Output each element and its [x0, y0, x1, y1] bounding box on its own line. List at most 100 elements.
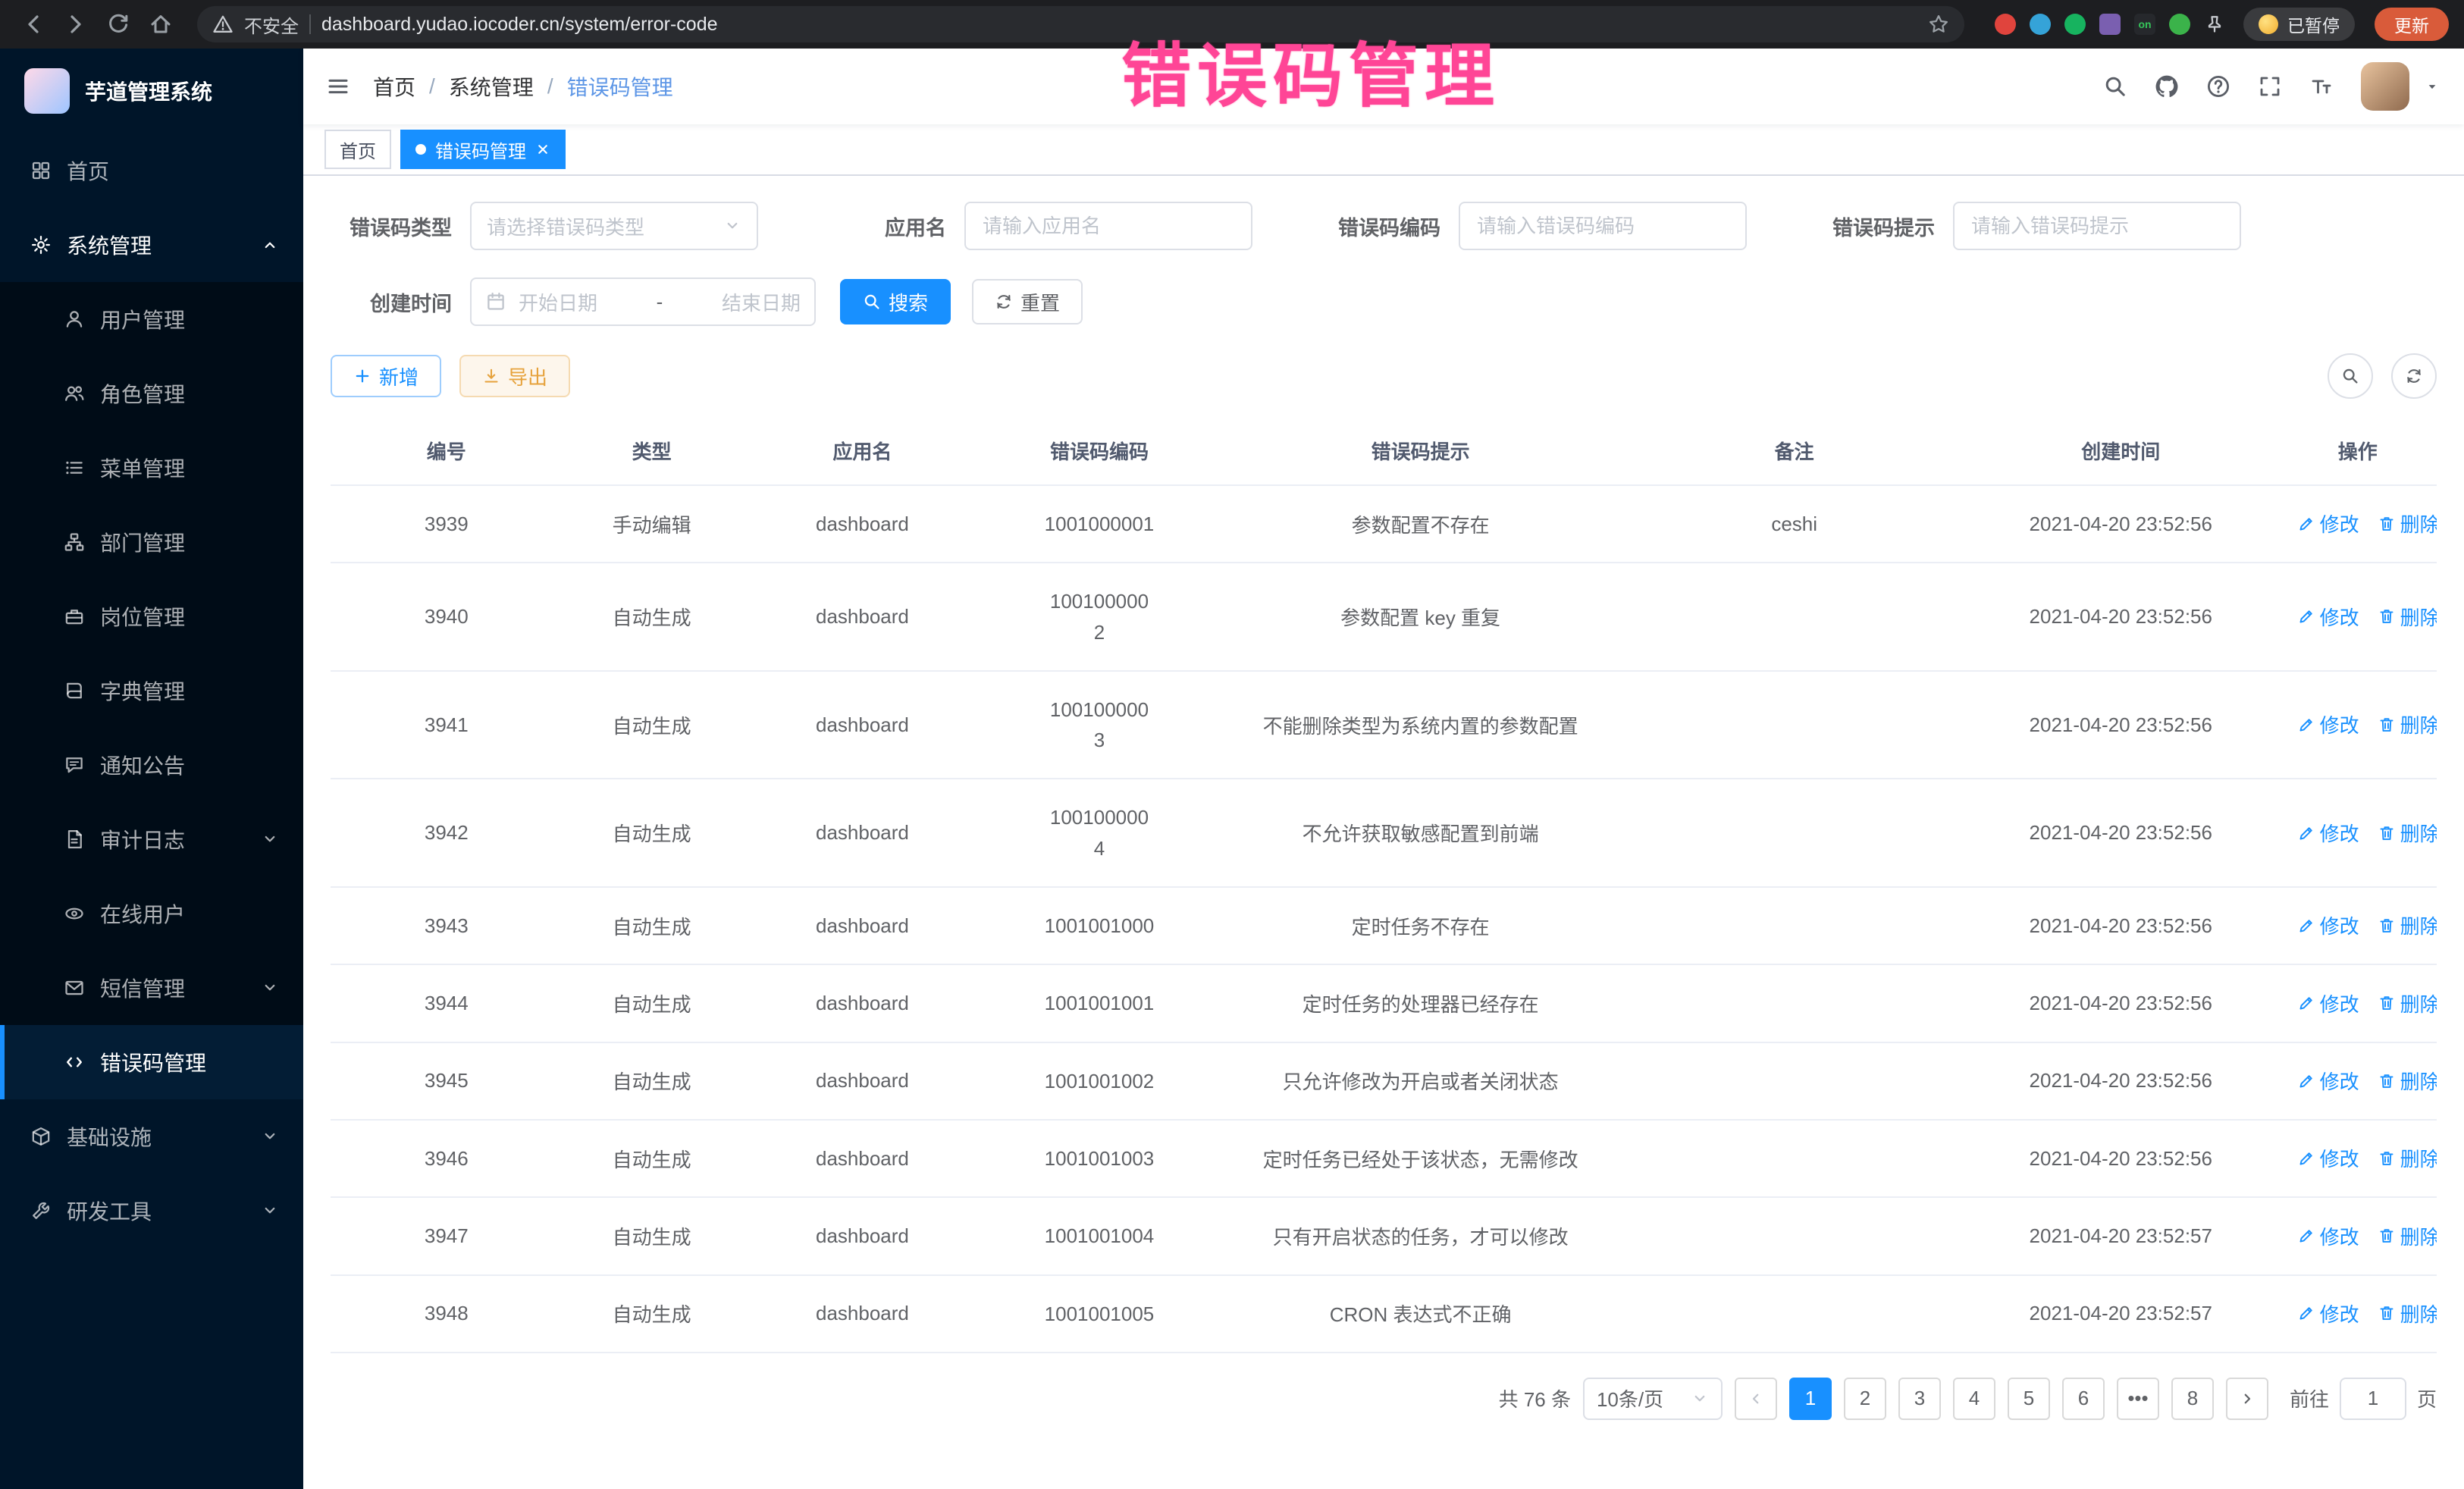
sidebar-item-menu-management[interactable]: 菜单管理	[0, 431, 303, 505]
table-row: 3948自动生成 dashboard1001001005 CRON 表达式不正确…	[331, 1275, 2437, 1353]
error-msg-input[interactable]	[1953, 202, 2241, 250]
people-icon	[64, 383, 85, 404]
app-name-label: 应用名	[825, 212, 946, 241]
paused-badge[interactable]: 已暂停	[2243, 8, 2355, 41]
sidebar-item-system-management[interactable]: 系统管理	[0, 208, 303, 282]
sidebar-item-home[interactable]: 首页	[0, 133, 303, 208]
page-size-select[interactable]: 10条/页	[1583, 1378, 1723, 1420]
breadcrumb-home[interactable]: 首页	[373, 71, 415, 102]
address-bar[interactable]: 不安全 dashboard.yudao.iocoder.cn/system/er…	[197, 6, 1964, 42]
close-icon[interactable]	[535, 142, 550, 157]
avatar-caret-icon[interactable]	[2425, 79, 2440, 94]
book-icon	[64, 680, 85, 701]
delete-link[interactable]: 删除	[2378, 819, 2437, 847]
col-msg: 错误码提示	[1215, 417, 1626, 485]
next-page-button[interactable]	[2226, 1378, 2268, 1420]
edit-link[interactable]: 修改	[2297, 819, 2359, 847]
chevron-left-icon	[1747, 1390, 1765, 1408]
error-code-input[interactable]	[1459, 202, 1747, 250]
goto-page-input[interactable]	[2340, 1378, 2406, 1420]
page-button-4[interactable]: 4	[1953, 1378, 1995, 1420]
forward-icon[interactable]	[58, 6, 94, 42]
reset-button[interactable]: 重置	[972, 279, 1083, 324]
delete-link[interactable]: 删除	[2378, 509, 2437, 538]
page-button-6[interactable]: 6	[2062, 1378, 2105, 1420]
delete-link[interactable]: 删除	[2378, 710, 2437, 738]
delete-link[interactable]: 删除	[2378, 1299, 2437, 1328]
export-button[interactable]: 导出	[459, 355, 570, 397]
extension-icon[interactable]	[2169, 14, 2190, 35]
help-icon[interactable]	[2206, 74, 2230, 99]
search-button[interactable]: 搜索	[840, 279, 951, 324]
extension-icon[interactable]	[1995, 14, 2016, 35]
extension-icon[interactable]	[2064, 14, 2086, 35]
page-button-1[interactable]: 1	[1789, 1378, 1832, 1420]
add-button[interactable]: 新增	[331, 355, 441, 397]
edit-link[interactable]: 修改	[2297, 911, 2359, 939]
edit-link[interactable]: 修改	[2297, 710, 2359, 738]
toggle-search-button[interactable]	[2328, 353, 2373, 399]
edit-icon	[2297, 1227, 2315, 1245]
reload-icon[interactable]	[100, 6, 136, 42]
extension-icon[interactable]: on	[2134, 14, 2155, 35]
update-button[interactable]: 更新	[2375, 8, 2449, 41]
prev-page-button[interactable]	[1735, 1378, 1777, 1420]
edit-icon	[2297, 1304, 2315, 1322]
page-button-5[interactable]: 5	[2008, 1378, 2050, 1420]
edit-link[interactable]: 修改	[2297, 1067, 2359, 1095]
pinned-extension-icon[interactable]	[2204, 14, 2225, 35]
edit-link[interactable]: 修改	[2297, 1144, 2359, 1172]
error-type-select[interactable]: 请选择错误码类型	[470, 202, 758, 250]
breadcrumb-system[interactable]: 系统管理	[449, 71, 534, 102]
browser-home-icon[interactable]	[143, 6, 179, 42]
edit-icon	[2297, 1072, 2315, 1090]
sidebar-item-dict-management[interactable]: 字典管理	[0, 654, 303, 728]
logo[interactable]: 芋道管理系统	[0, 49, 303, 133]
sidebar-item-dev-tools[interactable]: 研发工具	[0, 1174, 303, 1248]
delete-link[interactable]: 删除	[2378, 603, 2437, 631]
breadcrumb: 首页 / 系统管理 / 错误码管理	[373, 71, 673, 102]
sidebar-item-user-management[interactable]: 用户管理	[0, 282, 303, 356]
delete-link[interactable]: 删除	[2378, 989, 2437, 1017]
edit-link[interactable]: 修改	[2297, 989, 2359, 1017]
bookmark-star-icon[interactable]	[1928, 14, 1949, 35]
chevron-down-icon	[261, 1127, 279, 1146]
edit-link[interactable]: 修改	[2297, 1299, 2359, 1328]
refresh-table-button[interactable]	[2391, 353, 2437, 399]
sidebar-item-dept-management[interactable]: 部门管理	[0, 505, 303, 579]
avatar[interactable]	[2361, 62, 2409, 111]
edit-icon	[2297, 716, 2315, 734]
edit-link[interactable]: 修改	[2297, 603, 2359, 631]
delete-link[interactable]: 删除	[2378, 1222, 2437, 1250]
font-size-icon[interactable]	[2309, 74, 2334, 99]
sidebar-item-role-management[interactable]: 角色管理	[0, 356, 303, 431]
back-icon[interactable]	[15, 6, 52, 42]
delete-link[interactable]: 删除	[2378, 911, 2437, 939]
search-icon[interactable]	[2103, 74, 2127, 99]
tab-home[interactable]: 首页	[324, 130, 391, 169]
page-button-2[interactable]: 2	[1844, 1378, 1886, 1420]
fullscreen-icon[interactable]	[2258, 74, 2282, 99]
sidebar-item-audit-log[interactable]: 审计日志	[0, 802, 303, 876]
sidebar-item-error-code-management[interactable]: 错误码管理	[0, 1025, 303, 1099]
extension-icon[interactable]	[2099, 14, 2121, 35]
sidebar-item-notice[interactable]: 通知公告	[0, 728, 303, 802]
sidebar-item-post-management[interactable]: 岗位管理	[0, 579, 303, 654]
more-pages-button[interactable]: •••	[2117, 1378, 2159, 1420]
edit-link[interactable]: 修改	[2297, 509, 2359, 538]
tab-error-code-management[interactable]: 错误码管理	[400, 130, 566, 169]
date-range-picker[interactable]: 开始日期 - 结束日期	[470, 277, 816, 326]
hamburger-icon[interactable]	[303, 74, 373, 99]
sidebar-item-online-users[interactable]: 在线用户	[0, 876, 303, 951]
edit-link[interactable]: 修改	[2297, 1222, 2359, 1250]
app-name-input[interactable]	[964, 202, 1252, 250]
page-button-3[interactable]: 3	[1898, 1378, 1941, 1420]
extension-icon[interactable]	[2030, 14, 2051, 35]
sidebar-item-sms-management[interactable]: 短信管理	[0, 951, 303, 1025]
github-icon[interactable]	[2155, 74, 2179, 99]
refresh-icon	[2405, 367, 2423, 385]
delete-link[interactable]: 删除	[2378, 1144, 2437, 1172]
delete-link[interactable]: 删除	[2378, 1067, 2437, 1095]
sidebar-item-infrastructure[interactable]: 基础设施	[0, 1099, 303, 1174]
page-button-8[interactable]: 8	[2171, 1378, 2214, 1420]
